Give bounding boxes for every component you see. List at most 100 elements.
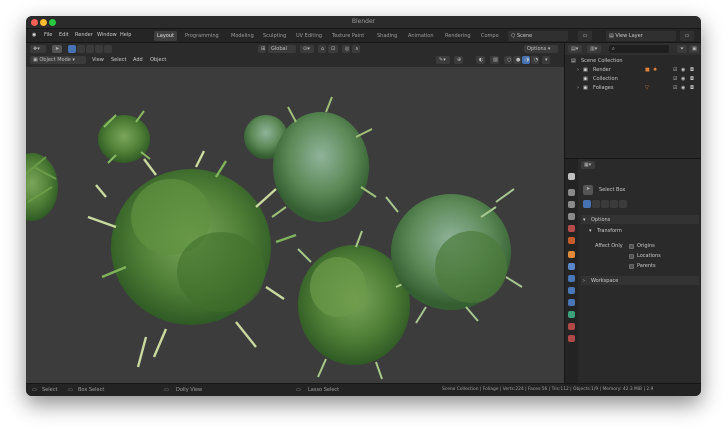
menu-window[interactable]: Window [97,32,117,38]
render-tab-icon[interactable] [568,189,575,196]
tab-sculpting[interactable]: Sculpting [260,31,289,41]
origins-checkbox[interactable] [629,244,634,249]
properties-editor-icon[interactable]: ▦▾ [581,161,595,169]
outliner-search-input[interactable]: ⌕ [609,45,669,53]
plant-large-center[interactable] [87,150,297,368]
shading-wireframe-icon[interactable]: ○ [504,56,512,64]
orientation-icon[interactable]: ⊞ [258,45,266,53]
menu-object[interactable]: Object [150,57,166,63]
tab-compositing[interactable]: Compo [478,31,502,41]
tab-layout[interactable]: Layout [154,31,177,41]
snap-icon[interactable]: ⌂ [318,45,326,53]
transform-orientation-dropdown[interactable]: Global [268,45,296,53]
display-mode-icon[interactable]: ▥▾ [587,45,601,53]
menu-file[interactable]: File [44,32,52,38]
exclude-checkbox[interactable]: ☑ [673,76,677,82]
plant-small-top[interactable] [98,110,151,164]
editor-type-icon[interactable]: ✥▾ [30,45,46,53]
particles-tab-icon[interactable] [568,275,575,282]
tab-rendering[interactable]: Rendering [442,31,474,41]
camera-visibility-icon[interactable]: ◘ [690,76,694,82]
tab-programming[interactable]: Programming [182,31,222,41]
plant-left-edge[interactable] [26,153,58,221]
3d-viewport[interactable] [26,67,564,383]
collapse-arrow-icon[interactable]: ▾ [589,228,592,234]
data-tab-icon[interactable] [568,311,575,318]
visibility-icon[interactable]: ✎▾ [436,56,450,64]
object-mode-dropdown[interactable]: ▣ Object Mode ▾ [30,56,86,64]
tool-tab-icon[interactable] [568,173,575,180]
outliner-row-collection[interactable]: ▣ Collection ☑ ◉ ◘ [565,75,701,84]
object-tab-icon[interactable] [568,251,575,258]
scene-browse-icon[interactable]: ▭ [578,31,592,41]
outliner-row-foliages[interactable]: › ▣ Foliages ▽ ☑ ◉ ◘ [565,84,701,93]
menu-render[interactable]: Render [75,32,93,38]
camera-visibility-icon[interactable]: ◘ [690,85,694,91]
camera-visibility-icon[interactable]: ◘ [690,67,694,73]
mode-subtract-icon[interactable] [601,200,609,208]
select-extend-icon[interactable] [77,45,85,53]
view-layer-browse-icon[interactable]: ▭ [680,31,694,41]
blender-logo-icon[interactable]: ◉ [32,32,36,38]
select-cursor-icon[interactable]: ➤ [52,45,62,53]
select-new-icon[interactable] [68,45,76,53]
exclude-checkbox[interactable]: ☑ [673,67,677,73]
world-tab-icon[interactable] [568,237,575,244]
shading-options-icon[interactable]: ▾ [542,56,550,64]
menu-edit[interactable]: Edit [59,32,69,38]
constraints-tab-icon[interactable] [568,299,575,306]
scene-selector[interactable]: ⬡ Scene [508,31,568,41]
select-box-tool-icon[interactable]: ➤ [583,185,593,195]
output-tab-icon[interactable] [568,201,575,208]
tab-texture-paint[interactable]: Texture Paint [329,31,367,41]
overlay-icon[interactable]: ◐ [476,56,485,64]
workspace-panel-header[interactable]: › Workspace [581,276,699,285]
pivot-icon[interactable]: ⊙▾ [300,45,314,53]
proportional-edit-icon[interactable]: ◎ [342,45,350,53]
tab-animation[interactable]: Animation [405,31,437,41]
menu-add[interactable]: Add [133,57,143,63]
tab-uv-editing[interactable]: UV Editing [293,31,325,41]
shading-solid-icon[interactable]: ● [513,56,521,64]
outliner-editor-icon[interactable]: ▤▾ [568,45,582,53]
plant-top-center[interactable] [244,96,377,222]
filter-icon[interactable]: ⏷ [677,45,687,53]
outliner-row-render[interactable]: › ▣ Render ■ ✹ ☑ ◉ ◘ [565,66,701,75]
options-dropdown[interactable]: Options ▾ [524,45,558,53]
eye-icon[interactable]: ◉ [681,85,685,91]
view-layer-tab-icon[interactable] [568,213,575,220]
locations-checkbox[interactable] [629,254,634,259]
parents-checkbox[interactable] [629,264,634,269]
eye-icon[interactable]: ◉ [681,76,685,82]
mode-set-icon[interactable] [583,200,591,208]
gizmo-icon[interactable]: ⊕ [454,56,463,64]
scene-tab-icon[interactable] [568,225,575,232]
select-intersect-icon[interactable] [104,45,112,53]
shading-material-icon[interactable]: ◑ [522,56,530,64]
texture-tab-icon[interactable] [568,335,575,342]
expand-arrow-icon[interactable]: › [577,67,579,73]
falloff-icon[interactable]: ∧ [352,45,360,53]
physics-tab-icon[interactable] [568,287,575,294]
menu-help[interactable]: Help [120,32,131,38]
expand-arrow-icon[interactable]: › [577,85,579,91]
modifier-tab-icon[interactable] [568,263,575,270]
snap-target-icon[interactable]: ⊡ [328,45,338,53]
shading-rendered-icon[interactable]: ◔ [531,56,539,64]
material-tab-icon[interactable] [568,323,575,330]
tab-shading[interactable]: Shading [374,31,400,41]
xray-icon[interactable]: ▨ [490,56,499,64]
new-collection-icon[interactable]: ▣ [689,45,699,53]
outliner-row-scene-collection[interactable]: ▤ Scene Collection [565,57,701,66]
tab-modeling[interactable]: Modeling [228,31,257,41]
select-subtract-icon[interactable] [86,45,94,53]
mode-invert-icon[interactable] [610,200,618,208]
options-panel-header[interactable]: ▾ Options [581,215,699,224]
view-layer-selector[interactable]: ▤ View Layer [606,31,676,41]
eye-icon[interactable]: ◉ [681,67,685,73]
select-invert-icon[interactable] [95,45,103,53]
mode-extend-icon[interactable] [592,200,600,208]
exclude-checkbox[interactable]: ☑ [673,85,677,91]
mode-intersect-icon[interactable] [619,200,627,208]
menu-view[interactable]: View [92,57,104,63]
